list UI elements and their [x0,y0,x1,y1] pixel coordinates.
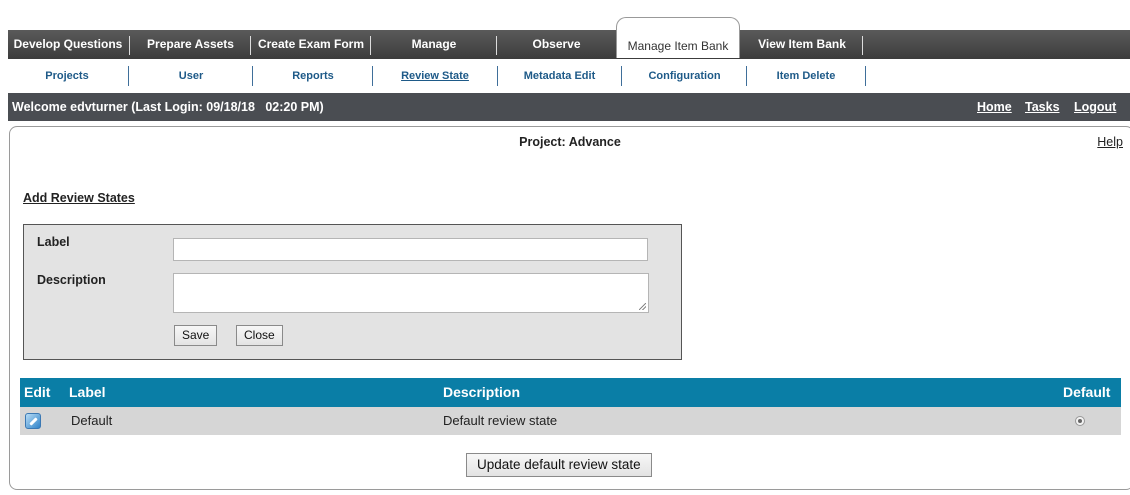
label-input[interactable] [173,238,648,261]
tab-divider [129,36,130,55]
save-button[interactable]: Save [174,325,218,346]
description-field-label: Description [37,273,106,287]
tab-create-exam-form[interactable]: Create Exam Form [253,30,369,59]
tab-divider [862,36,863,55]
tab-divider [496,36,497,55]
welcome-message: Welcome edvturner (Last Login: 09/18/18 … [12,100,324,114]
main-nav-tabs: Develop Questions Prepare Assets Create … [8,17,1130,59]
row-description: Default review state [443,413,558,428]
help-link[interactable]: Help [1097,135,1123,149]
label-field-label: Label [37,235,70,249]
update-default-review-state-button[interactable]: Update default review state [466,453,652,477]
tasks-link[interactable]: Tasks [1025,93,1060,121]
column-header-edit: Edit [24,384,51,400]
subtab-item-delete[interactable]: Item Delete [748,59,864,93]
content-panel: Project: Advance Help Add Review States … [9,126,1130,490]
add-review-state-form: Label Description Save Close [23,224,682,360]
table-header: Edit Label Description Default [20,378,1121,407]
tab-divider [370,36,371,55]
tab-develop-questions[interactable]: Develop Questions [8,30,128,59]
home-link[interactable]: Home [977,93,1012,121]
sub-nav-tabs: Projects User Reports Review State Metad… [8,59,1130,93]
subtab-divider [372,66,373,86]
subtab-metadata-edit[interactable]: Metadata Edit [499,59,620,93]
logout-link[interactable]: Logout [1074,93,1116,121]
tab-prepare-assets[interactable]: Prepare Assets [132,30,249,59]
tab-observe[interactable]: Observe [499,30,614,59]
tab-manage-item-bank[interactable]: Manage Item Bank [616,17,740,58]
project-title: Project: Advance [519,135,621,149]
table-row: Default Default review state [20,407,1121,435]
edit-icon[interactable] [25,413,41,429]
subtab-divider [746,66,747,86]
description-textarea[interactable] [173,273,649,313]
tab-divider [250,36,251,55]
subtab-review-state[interactable]: Review State [374,59,496,93]
resize-handle-icon[interactable] [639,303,646,310]
subtab-divider [865,66,866,86]
subtab-reports[interactable]: Reports [254,59,372,93]
column-header-description: Description [443,384,521,400]
column-header-default: Default [1063,384,1111,400]
default-radio[interactable] [1075,416,1085,426]
subtab-divider [252,66,253,86]
close-button[interactable]: Close [236,325,283,346]
tab-view-item-bank[interactable]: View Item Bank [743,30,861,59]
subtab-divider [128,66,129,86]
tab-manage[interactable]: Manage [373,30,495,59]
add-review-states-link[interactable]: Add Review States [23,191,135,205]
row-label: Default [71,413,113,428]
subtab-divider [621,66,622,86]
subtab-projects[interactable]: Projects [8,59,126,93]
subtab-user[interactable]: User [130,59,252,93]
column-header-label: Label [69,384,106,400]
subtab-configuration[interactable]: Configuration [623,59,746,93]
welcome-bar: Welcome edvturner (Last Login: 09/18/18 … [8,93,1130,121]
subtab-divider [497,66,498,86]
